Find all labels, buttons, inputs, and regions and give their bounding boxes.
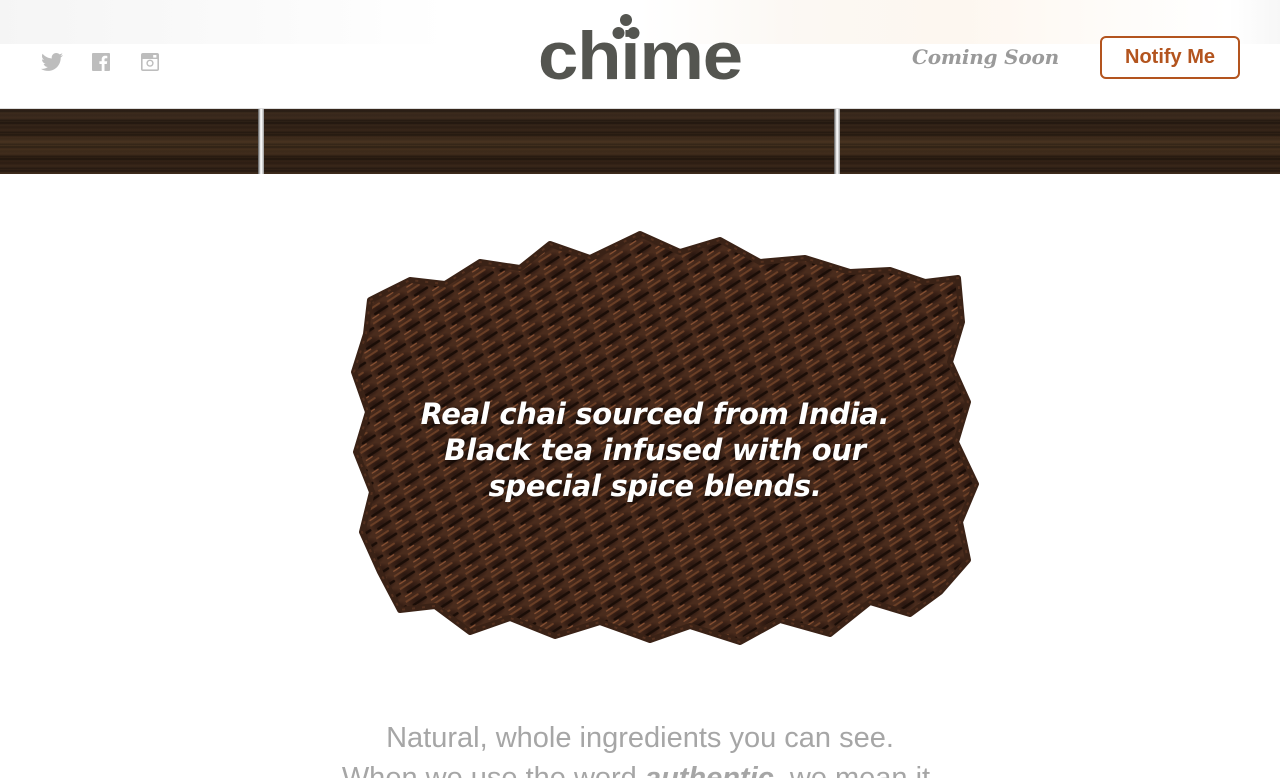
facebook-icon bbox=[92, 53, 110, 71]
site-header: chime Coming Soon Notify Me bbox=[0, 0, 1280, 108]
facebook-link[interactable] bbox=[89, 50, 113, 74]
intro-emphasis: authentic bbox=[644, 762, 774, 778]
intro-line: When we use the word authentic, we mean … bbox=[0, 758, 1280, 778]
hero-caption-line: Real chai sourced from India. bbox=[420, 397, 890, 431]
twitter-link[interactable] bbox=[40, 50, 64, 74]
wood-plank bbox=[840, 109, 1280, 174]
instagram-icon bbox=[141, 53, 159, 71]
coming-soon-label: Coming Soon bbox=[912, 45, 1059, 69]
intro-line: Natural, whole ingredients you can see. bbox=[386, 722, 894, 754]
instagram-link[interactable] bbox=[138, 50, 162, 74]
hero-caption-line: special spice blends. bbox=[488, 469, 822, 503]
hero-caption-line: Black tea infused with our bbox=[444, 433, 866, 467]
wood-banner bbox=[0, 108, 1280, 174]
chime-logo-icon: chime bbox=[538, 14, 743, 94]
brand-logo[interactable]: chime bbox=[538, 10, 743, 94]
intro-text-segment: , we mean it. bbox=[773, 762, 939, 778]
brand-wordmark: chime bbox=[538, 18, 742, 86]
intro-text-segment: When we use the word bbox=[341, 762, 645, 778]
hero-caption: Real chai sourced from India. Black tea … bbox=[350, 396, 960, 504]
notify-me-button[interactable]: Notify Me bbox=[1100, 36, 1240, 79]
intro-text: Natural, whole ingredients you can see. … bbox=[0, 718, 1280, 778]
twitter-icon bbox=[41, 53, 63, 71]
social-links bbox=[40, 50, 162, 74]
wood-plank bbox=[264, 109, 834, 174]
wood-plank bbox=[0, 109, 258, 174]
